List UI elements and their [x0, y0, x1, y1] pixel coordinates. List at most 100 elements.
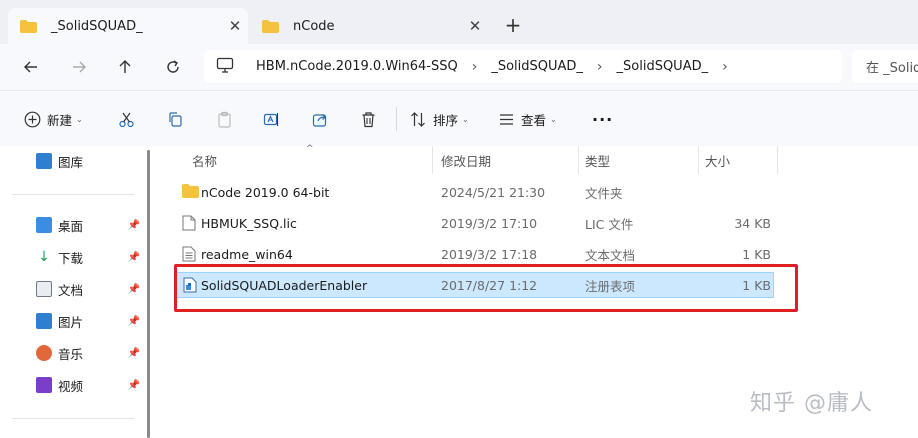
refresh-icon [167, 60, 179, 73]
sidebar-divider [12, 418, 134, 419]
sidebar-item-label: 图片 [58, 314, 84, 330]
video-icon [36, 377, 52, 393]
search-input[interactable]: 在 _Solid [852, 50, 918, 83]
file-type: LIC 文件 [585, 216, 634, 232]
sidebar-item-pictures[interactable]: 图片 📌 [36, 310, 146, 332]
copy-button[interactable] [167, 107, 184, 131]
refresh-button[interactable] [160, 54, 186, 80]
sidebar-item-label: 桌面 [58, 218, 84, 234]
close-icon[interactable]: ✕ [222, 17, 248, 35]
column-separator[interactable] [698, 146, 699, 174]
annotation-highlight-box [174, 264, 798, 312]
column-header-modified[interactable]: 修改日期 [441, 146, 491, 174]
share-button[interactable] [312, 107, 329, 131]
sidebar-item-videos[interactable]: 视频 📌 [36, 374, 146, 396]
file-type: 文本文档 [585, 247, 636, 263]
up-button[interactable] [112, 54, 138, 80]
breadcrumb-segment[interactable]: HBM.nCode.2019.0.Win64-SSQ [256, 59, 458, 74]
forward-button[interactable] [66, 54, 92, 80]
command-bar: 新建 ⌄ 排序 ⌄ 查看 ⌄ ··· [0, 90, 918, 146]
close-icon[interactable]: ✕ [462, 17, 488, 35]
sidebar-item-label: 图库 [58, 154, 84, 170]
sort-button[interactable]: 排序 ⌄ [410, 107, 469, 131]
sidebar-item-desktop[interactable]: 桌面 📌 [36, 214, 146, 236]
back-button[interactable] [18, 54, 44, 80]
tab-strip: _SolidSQUAD_ ✕ nCode ✕ + [0, 0, 918, 44]
column-separator[interactable] [777, 146, 778, 174]
rename-icon [263, 112, 279, 126]
column-header-size[interactable]: 大小 [705, 146, 730, 174]
file-modified: 2019/3/2 17:10 [441, 215, 538, 231]
toolbar-divider [396, 107, 397, 131]
file-size: 1 KB [742, 246, 771, 262]
tab-ncode[interactable]: nCode ✕ [250, 8, 488, 44]
file-modified: 2024/5/21 21:30 [441, 184, 546, 200]
sidebar-item-gallery[interactable]: 图库 [36, 150, 146, 172]
sidebar-divider [12, 194, 134, 195]
chevron-right-icon[interactable]: › [472, 59, 478, 75]
column-header-type[interactable]: 类型 [585, 146, 610, 174]
watermark: 知乎 @庸人 [750, 391, 873, 416]
sidebar-item-music[interactable]: 音乐 📌 [36, 342, 146, 364]
trash-icon [362, 111, 375, 127]
chevron-down-icon: ⌄ [76, 114, 83, 124]
arrow-left-icon [24, 61, 37, 73]
view-button[interactable]: 查看 ⌄ [498, 107, 557, 131]
gallery-icon [36, 153, 52, 169]
address-row: HBM.nCode.2019.0.Win64-SSQ › _SolidSQUAD… [0, 44, 918, 90]
breadcrumb-segment[interactable]: _SolidSQUAD_ [491, 59, 583, 74]
pin-icon[interactable]: 📌 [128, 316, 140, 327]
pin-icon[interactable]: 📌 [128, 380, 140, 391]
file-row[interactable]: nCode 2019.0 64-bit 2024/5/21 21:30 文件夹 [176, 179, 774, 205]
chevron-down-icon: ⌄ [462, 114, 469, 124]
column-separator[interactable] [432, 146, 433, 174]
pin-icon[interactable]: 📌 [128, 284, 140, 295]
share-icon [312, 113, 327, 127]
more-options-button[interactable]: ··· [592, 107, 613, 131]
sort-ascending-icon: ^ [306, 144, 314, 154]
new-tab-button[interactable]: + [500, 13, 526, 37]
view-label: 查看 [521, 112, 547, 128]
document-icon [36, 281, 52, 297]
new-button[interactable]: 新建 ⌄ [24, 107, 83, 131]
pin-icon[interactable]: 📌 [128, 348, 140, 359]
file-name: readme_win64 [201, 246, 293, 262]
delete-button[interactable] [360, 107, 377, 131]
pin-icon[interactable]: 📌 [128, 252, 140, 263]
file-row[interactable]: HBMUK_SSQ.lic 2019/3/2 17:10 LIC 文件 34 K… [176, 210, 774, 236]
column-header-name[interactable]: 名称 [192, 146, 217, 174]
tab-solidsquad[interactable]: _SolidSQUAD_ ✕ [8, 8, 248, 44]
sidebar-item-documents[interactable]: 文档 📌 [36, 278, 146, 300]
file-name: HBMUK_SSQ.lic [201, 215, 297, 231]
column-separator[interactable] [578, 146, 579, 174]
rename-button[interactable] [263, 107, 280, 131]
download-icon: ↓ [38, 249, 50, 265]
paste-icon [218, 111, 231, 128]
plus-circle-icon [24, 111, 41, 127]
breadcrumb-segment[interactable]: _SolidSQUAD_ [617, 59, 709, 74]
sidebar-scrollbar[interactable] [147, 150, 150, 438]
file-size: 34 KB [734, 215, 771, 231]
chevron-down-icon: ⌄ [550, 114, 557, 124]
paste-button[interactable] [216, 107, 233, 131]
pin-icon[interactable]: 📌 [128, 220, 140, 231]
music-icon [36, 345, 52, 361]
desktop-icon [36, 217, 52, 233]
tab-label: nCode [293, 18, 335, 34]
pictures-icon [36, 313, 52, 329]
sidebar-item-label: 音乐 [58, 346, 84, 362]
scissors-icon [119, 112, 134, 127]
chevron-right-icon[interactable]: › [597, 59, 603, 75]
sidebar-item-downloads[interactable]: ↓ 下载 📌 [36, 246, 146, 268]
arrow-right-icon [73, 61, 86, 73]
address-bar[interactable]: HBM.nCode.2019.0.Win64-SSQ › _SolidSQUAD… [204, 50, 842, 83]
sidebar-item-label: 文档 [58, 282, 84, 298]
sidebar-item-label: 下载 [58, 250, 84, 266]
arrow-up-icon [119, 60, 131, 73]
chevron-right-icon[interactable]: › [722, 59, 728, 75]
cut-button[interactable] [118, 107, 135, 131]
computer-icon[interactable] [216, 57, 234, 76]
folder-icon [182, 184, 199, 200]
view-list-icon [500, 113, 513, 125]
sort-label: 排序 [433, 112, 459, 128]
